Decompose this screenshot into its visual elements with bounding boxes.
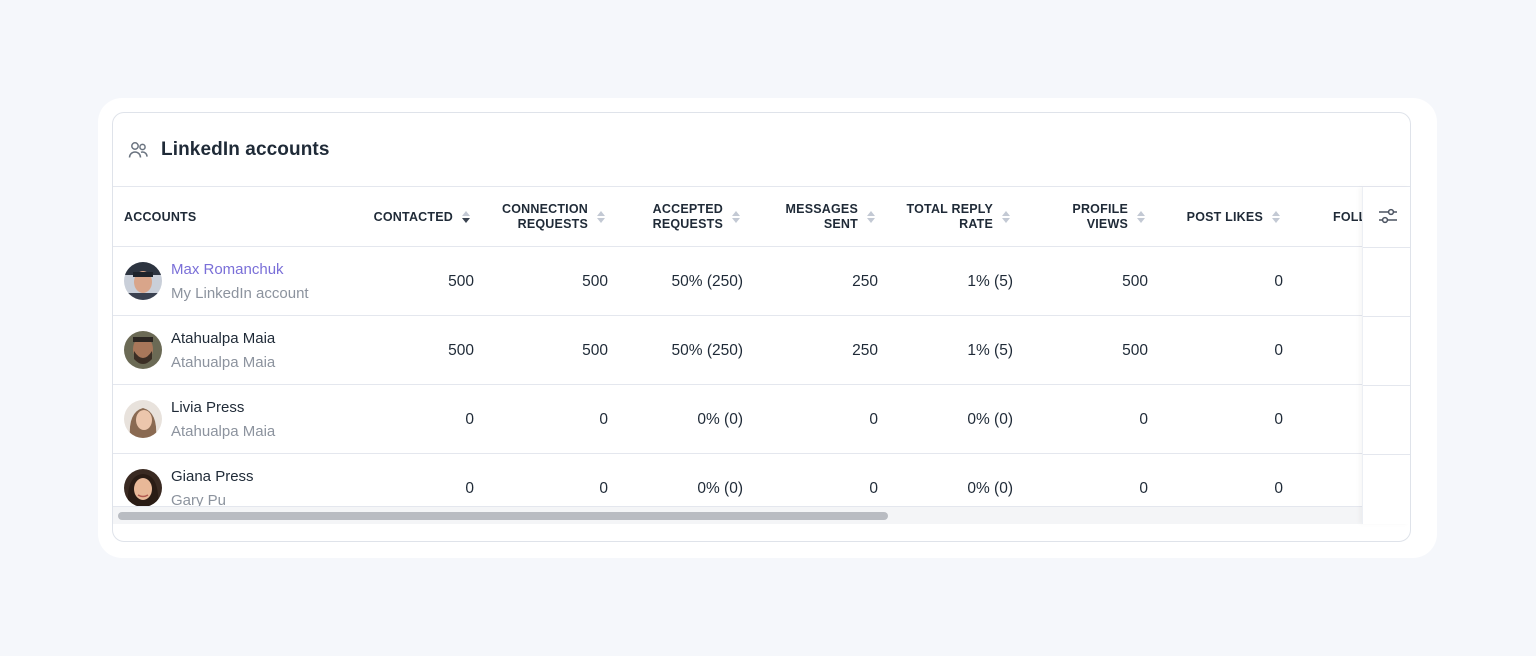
account-name[interactable]: Giana Press [171, 468, 254, 485]
sliders-icon [1379, 208, 1397, 224]
accounts-table: ACCOUNTS CONTACTED CONNECTION REQUESTS AC… [113, 187, 1410, 524]
cell-contacted: 0 [465, 410, 474, 428]
sort-icon[interactable] [732, 211, 740, 223]
sort-icon[interactable] [597, 211, 605, 223]
column-header-post-likes[interactable]: POST LIKES [1148, 187, 1280, 247]
cell-post-likes: 0 [1274, 410, 1283, 428]
column-header-contacted[interactable]: CONTACTED [343, 187, 470, 247]
sort-icon[interactable] [1272, 211, 1280, 223]
column-header-connection-requests[interactable]: CONNECTION REQUESTS [473, 187, 605, 247]
cell-messages-sent: 250 [852, 272, 878, 290]
cell-messages-sent: 250 [852, 341, 878, 359]
cell-contacted: 500 [448, 272, 474, 290]
cell-connection-requests: 500 [582, 272, 608, 290]
avatar [124, 331, 162, 369]
account-name-link[interactable]: Max Romanchuk [171, 261, 284, 278]
account-subtitle: Atahualpa Maia [171, 354, 276, 371]
account-subtitle: Atahualpa Maia [171, 423, 276, 440]
panel-outer: LinkedIn accounts ACCOUNTS CONTACTED CON… [98, 98, 1437, 558]
column-header-accepted-requests[interactable]: ACCEPTED REQUESTS [608, 187, 740, 247]
cell-profile-views: 500 [1122, 341, 1148, 359]
horizontal-scrollbar[interactable] [113, 506, 1410, 524]
linkedin-accounts-card: LinkedIn accounts ACCOUNTS CONTACTED CON… [112, 112, 1411, 542]
cell-connection-requests: 0 [599, 410, 608, 428]
column-header-messages-sent[interactable]: MESSAGES SENT [743, 187, 875, 247]
cell-accepted-requests: 0% (0) [697, 410, 743, 428]
table-row[interactable]: Max Romanchuk My LinkedIn account 500 50… [113, 247, 1410, 316]
column-header-total-reply-rate[interactable]: TOTAL REPLY RATE [878, 187, 1010, 247]
avatar [124, 400, 162, 438]
cell-post-likes: 0 [1274, 272, 1283, 290]
cell-connection-requests: 500 [582, 341, 608, 359]
table-row[interactable]: Livia Press Atahualpa Maia 0 0 0% (0) 0 … [113, 385, 1410, 454]
cell-contacted: 500 [448, 341, 474, 359]
card-header: LinkedIn accounts [113, 113, 1410, 187]
account-name[interactable]: Atahualpa Maia [171, 330, 275, 347]
cell-total-reply-rate: 0% (0) [967, 410, 1013, 428]
column-header-profile-views[interactable]: PROFILE VIEWS [1013, 187, 1145, 247]
column-header-accounts: ACCOUNTS [124, 209, 197, 224]
avatar [124, 262, 162, 300]
sort-icon[interactable] [867, 211, 875, 223]
table-row[interactable]: Atahualpa Maia Atahualpa Maia 500 500 50… [113, 316, 1410, 385]
cell-profile-views: 0 [1139, 410, 1148, 428]
cell-post-likes: 0 [1274, 341, 1283, 359]
cell-profile-views: 500 [1122, 272, 1148, 290]
column-settings-column [1362, 187, 1410, 524]
users-icon [127, 139, 149, 161]
sort-desc-icon[interactable] [462, 211, 470, 223]
sort-icon[interactable] [1002, 211, 1010, 223]
cell-total-reply-rate: 1% (5) [967, 272, 1013, 290]
cell-total-reply-rate: 1% (5) [967, 341, 1013, 359]
cell-accepted-requests: 50% (250) [671, 272, 743, 290]
account-subtitle: My LinkedIn account [171, 285, 309, 302]
scrollbar-thumb[interactable] [118, 512, 888, 520]
cell-messages-sent: 0 [869, 410, 878, 428]
sort-icon[interactable] [1137, 211, 1145, 223]
card-title: LinkedIn accounts [161, 138, 330, 160]
cell-accepted-requests: 50% (250) [671, 341, 743, 359]
table-header: ACCOUNTS CONTACTED CONNECTION REQUESTS AC… [113, 187, 1410, 247]
account-name[interactable]: Livia Press [171, 399, 244, 416]
column-settings-button[interactable] [1377, 205, 1399, 227]
avatar [124, 469, 162, 507]
